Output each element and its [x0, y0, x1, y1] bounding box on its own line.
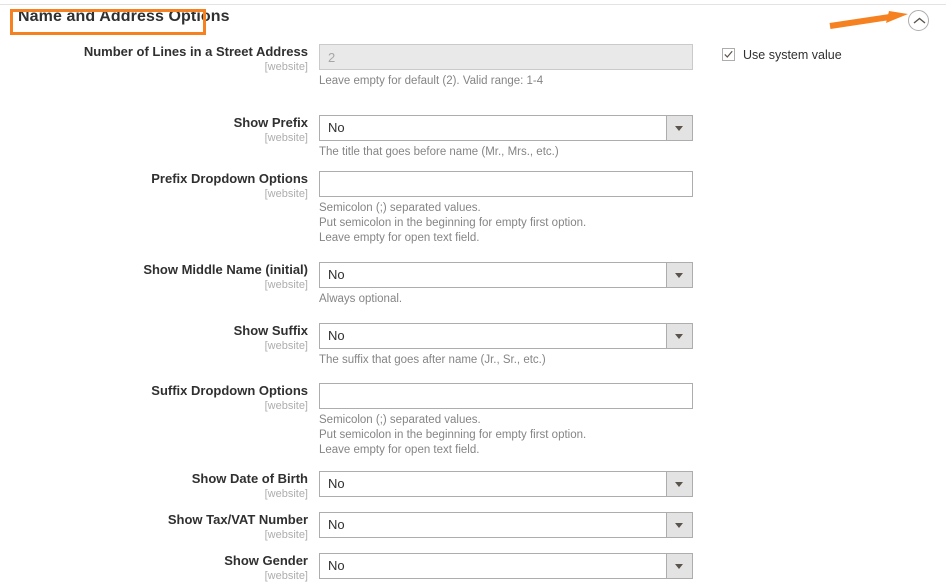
use-system-value-label: Use system value — [743, 48, 842, 62]
field-scope-label: [website] — [264, 529, 308, 541]
field-scope-label: [website] — [264, 61, 308, 73]
field-help-line: Semicolon (;) separated values. — [319, 414, 481, 426]
field-label-text: Show Tax/VAT Number — [167, 512, 308, 527]
field-label-text: Number of Lines in a Street Address — [83, 44, 308, 59]
field-label-text: Show Prefix — [233, 115, 308, 130]
select-value: No — [328, 328, 345, 343]
field-help-line: Put semicolon in the beginning for empty… — [319, 429, 587, 441]
section-header: Name and Address Options — [0, 5, 946, 35]
field-help-line: Leave empty for open text field. — [319, 444, 480, 456]
chevron-down-icon[interactable] — [666, 554, 692, 578]
select-show-date-of-birth[interactable]: No — [319, 471, 693, 497]
field-help-text: The suffix that goes after name (Jr., Sr… — [319, 353, 693, 368]
field-control: Semicolon (;) separated values. Put semic… — [319, 171, 693, 246]
select-value: No — [328, 267, 345, 282]
field-control: Semicolon (;) separated values. Put semic… — [319, 383, 693, 458]
field-label-text: Show Middle Name (initial) — [143, 262, 308, 277]
field-scope-label: [website] — [264, 132, 308, 144]
select-show-prefix[interactable]: No — [319, 115, 693, 141]
field-help-line: The suffix that goes after name (Jr., Sr… — [319, 354, 546, 366]
chevron-down-icon[interactable] — [666, 472, 692, 496]
chevron-down-icon[interactable] — [666, 513, 692, 537]
field-scope-label: [website] — [264, 188, 308, 200]
field-label: Show Middle Name (initial) [website] — [0, 262, 308, 292]
field-control: No The suffix that goes after name (Jr., … — [319, 323, 693, 368]
select-value: No — [328, 120, 345, 135]
field-help-line: Put semicolon in the beginning for empty… — [319, 217, 587, 229]
field-label: Show Prefix [website] — [0, 115, 308, 145]
field-help-line: Semicolon (;) separated values. — [319, 202, 481, 214]
field-control: No — [319, 512, 693, 538]
select-show-suffix[interactable]: No — [319, 323, 693, 349]
field-help-text: Leave empty for default (2). Valid range… — [319, 74, 693, 89]
field-label: Number of Lines in a Street Address [webs… — [0, 44, 308, 74]
field-control: No — [319, 553, 693, 579]
field-label-text: Suffix Dropdown Options — [151, 383, 308, 398]
chevron-down-icon[interactable] — [666, 116, 692, 140]
field-label: Show Tax/VAT Number [website] — [0, 512, 308, 542]
field-label: Suffix Dropdown Options [website] — [0, 383, 308, 413]
field-control: No The title that goes before name (Mr., … — [319, 115, 693, 160]
field-help-line: Leave empty for open text field. — [319, 232, 480, 244]
field-help-line: The title that goes before name (Mr., Mr… — [319, 146, 559, 158]
use-system-value-checkbox[interactable] — [722, 48, 735, 61]
select-value: No — [328, 558, 345, 573]
field-label: Prefix Dropdown Options [website] — [0, 171, 308, 201]
field-label-text: Prefix Dropdown Options — [151, 171, 308, 186]
field-help-line: Always optional. — [319, 293, 403, 305]
input-suffix-dropdown-options[interactable] — [319, 383, 693, 409]
field-control: Leave empty for default (2). Valid range… — [319, 44, 693, 89]
select-show-gender[interactable]: No — [319, 553, 693, 579]
input-prefix-dropdown-options[interactable] — [319, 171, 693, 197]
check-icon — [724, 50, 733, 58]
field-label-text: Show Suffix — [233, 323, 308, 338]
use-system-value-group[interactable]: Use system value — [722, 47, 842, 62]
field-scope-label: [website] — [264, 400, 308, 412]
select-show-tax-vat-number[interactable]: No — [319, 512, 693, 538]
field-help-text: Semicolon (;) separated values. Put semic… — [319, 413, 693, 458]
chevron-down-icon[interactable] — [666, 263, 692, 287]
field-label: Show Date of Birth [website] — [0, 471, 308, 501]
field-scope-label: [website] — [264, 570, 308, 582]
field-scope-label: [website] — [264, 279, 308, 291]
select-value: No — [328, 517, 345, 532]
field-help-text: Semicolon (;) separated values. Put semic… — [319, 201, 693, 246]
select-show-middle-name-initial[interactable]: No — [319, 262, 693, 288]
field-help-text: The title that goes before name (Mr., Mr… — [319, 145, 693, 160]
field-scope-label: [website] — [264, 340, 308, 352]
field-label-text: Show Gender — [224, 553, 308, 568]
field-scope-label: [website] — [264, 488, 308, 500]
field-help-line: Leave empty for default (2). Valid range… — [319, 75, 544, 87]
annotation-arrow — [828, 10, 913, 32]
field-label-text: Show Date of Birth — [191, 471, 308, 486]
field-control: No Always optional. — [319, 262, 693, 307]
field-control: No — [319, 471, 693, 497]
chevron-down-icon[interactable] — [666, 324, 692, 348]
field-help-text: Always optional. — [319, 292, 693, 307]
annotation-highlight-box — [10, 9, 206, 35]
field-label: Show Gender [website] — [0, 553, 308, 583]
field-label: Show Suffix [website] — [0, 323, 308, 353]
input-number-of-lines-in-a-street-address — [319, 44, 693, 70]
select-value: No — [328, 476, 345, 491]
